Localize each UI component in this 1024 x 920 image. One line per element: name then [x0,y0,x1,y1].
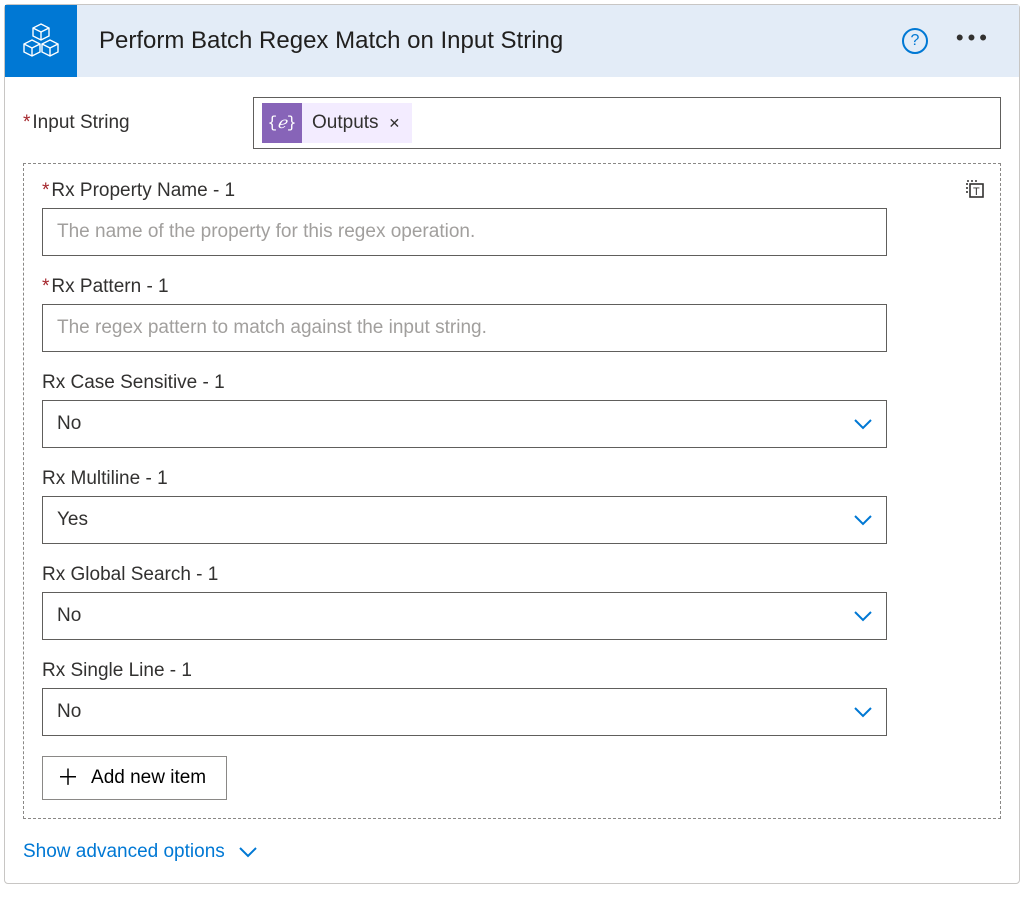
chevron-down-icon [854,511,872,529]
case-sensitive-field: Rx Case Sensitive - 1 No [42,372,982,448]
property-name-label: *Rx Property Name - 1 [42,180,982,202]
multiline-field: Rx Multiline - 1 Yes [42,468,982,544]
global-search-label: Rx Global Search - 1 [42,564,982,586]
pattern-label-text: Rx Pattern - 1 [51,276,168,297]
case-sensitive-label: Rx Case Sensitive - 1 [42,372,982,394]
chevron-down-icon [854,703,872,721]
show-advanced-options[interactable]: Show advanced options [23,841,257,863]
card-header: Perform Batch Regex Match on Input Strin… [5,5,1019,77]
global-search-value: No [57,605,81,627]
required-asterisk: * [42,276,49,297]
action-card: Perform Batch Regex Match on Input Strin… [4,4,1020,884]
more-menu-icon[interactable]: ••• [956,25,991,57]
card-body: *Input String {ℯ} Outputs ✕ T [5,77,1019,883]
input-string-field[interactable]: {ℯ} Outputs ✕ [253,97,1001,149]
copy-item-icon[interactable]: T [962,176,988,202]
add-new-item-button[interactable]: ＋ Add new item [42,756,227,800]
svg-text:T: T [973,186,980,198]
single-line-value: No [57,701,81,723]
token-remove-icon[interactable]: ✕ [389,115,401,132]
single-line-select[interactable]: No [42,688,887,736]
single-line-field: Rx Single Line - 1 No [42,660,982,736]
pattern-field: *Rx Pattern - 1 [42,276,982,352]
required-asterisk: * [23,112,30,133]
property-name-input[interactable] [42,208,887,256]
single-line-label: Rx Single Line - 1 [42,660,982,682]
pattern-input[interactable] [42,304,887,352]
multiline-label: Rx Multiline - 1 [42,468,982,490]
chevron-down-icon [239,843,257,861]
add-new-label: Add new item [91,767,206,789]
input-string-label: *Input String [23,112,253,134]
chevron-down-icon [854,607,872,625]
advanced-label: Show advanced options [23,841,225,863]
input-string-label-text: Input String [32,112,129,133]
connector-icon [5,5,77,77]
required-asterisk: * [42,180,49,201]
card-title[interactable]: Perform Batch Regex Match on Input Strin… [77,5,902,77]
plus-icon: ＋ [57,767,79,789]
help-icon[interactable]: ? [902,28,928,54]
header-actions: ? ••• [902,5,1019,77]
outputs-token[interactable]: {ℯ} Outputs ✕ [262,103,412,143]
case-sensitive-select[interactable]: No [42,400,887,448]
multiline-value: Yes [57,509,88,531]
global-search-select[interactable]: No [42,592,887,640]
property-name-label-text: Rx Property Name - 1 [51,180,235,201]
pattern-label: *Rx Pattern - 1 [42,276,982,298]
case-sensitive-value: No [57,413,81,435]
regex-item-group: T *Rx Property Name - 1 *Rx Pattern - 1 … [23,163,1001,819]
input-string-row: *Input String {ℯ} Outputs ✕ [23,97,1001,149]
chevron-down-icon [854,415,872,433]
multiline-select[interactable]: Yes [42,496,887,544]
global-search-field: Rx Global Search - 1 No [42,564,982,640]
expression-icon: {ℯ} [262,103,302,143]
token-label: Outputs [312,112,379,134]
property-name-field: *Rx Property Name - 1 [42,180,982,256]
